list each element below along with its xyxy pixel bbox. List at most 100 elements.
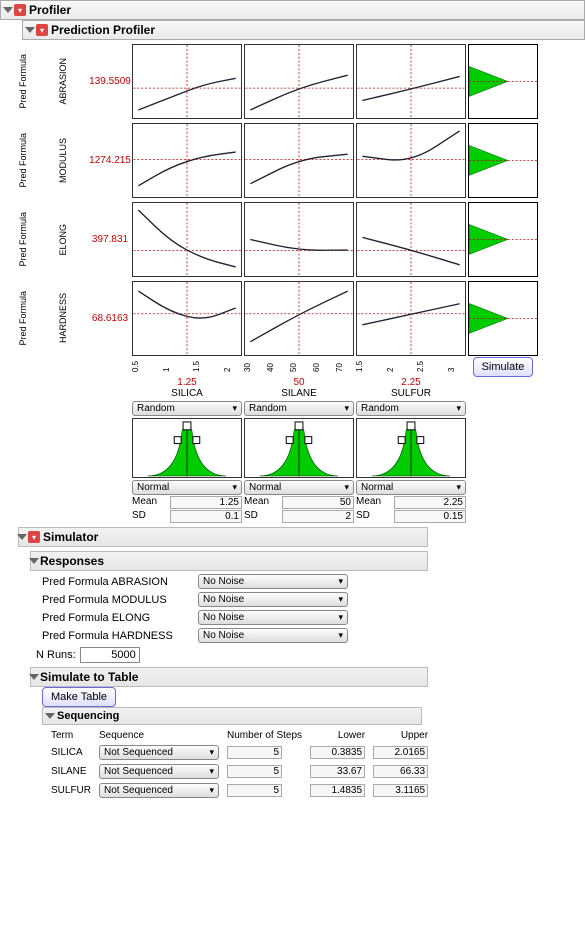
profiler-cell[interactable] (244, 202, 354, 277)
response-label-2: ELONG (58, 224, 68, 256)
mean-sd-block: Mean SD (132, 496, 242, 523)
toggle-icon[interactable] (25, 27, 35, 33)
col-upper: Upper (370, 729, 431, 742)
sd-label: SD (244, 510, 279, 523)
menu-icon[interactable] (36, 24, 48, 36)
profiler-cell[interactable] (356, 281, 466, 356)
profiler-cell[interactable] (132, 202, 242, 277)
mean-input[interactable] (394, 496, 466, 509)
seq-upper-input[interactable] (373, 784, 428, 797)
sequencing-row: SULFUR Not Sequenced (48, 782, 431, 799)
noise-combo[interactable]: No Noise (198, 574, 348, 589)
distribution-combo[interactable]: Normal (356, 480, 466, 495)
seq-lower-input[interactable] (310, 746, 365, 759)
simulate-to-table-header[interactable]: Simulate to Table (30, 667, 428, 687)
random-combo[interactable]: Random (244, 401, 354, 416)
prediction-profiler-title: Prediction Profiler (51, 23, 155, 37)
factor-distribution-cell[interactable] (356, 418, 466, 478)
noise-combo[interactable]: No Noise (198, 610, 348, 625)
random-combo[interactable]: Random (132, 401, 242, 416)
noise-combo[interactable]: No Noise (198, 628, 348, 643)
distribution-combo[interactable]: Normal (132, 480, 242, 495)
simulate-to-table-title: Simulate to Table (40, 670, 138, 684)
mean-sd-block: Mean SD (356, 496, 466, 523)
response-noise-label: Pred Formula HARDNESS (42, 630, 192, 642)
seq-lower-input[interactable] (310, 784, 365, 797)
menu-icon[interactable] (28, 531, 40, 543)
toggle-icon[interactable] (17, 534, 27, 540)
factor-distribution-cell[interactable] (132, 418, 242, 478)
nruns-label: N Runs: (36, 649, 76, 661)
seq-steps-input[interactable] (227, 765, 282, 778)
profiler-cell[interactable] (132, 44, 242, 119)
seq-upper-input[interactable] (373, 765, 428, 778)
profiler-cell[interactable] (244, 123, 354, 198)
response-label-1: Pred Formula (18, 212, 36, 267)
seq-combo[interactable]: Not Sequenced (99, 745, 219, 760)
sd-input[interactable] (282, 510, 354, 523)
toggle-icon[interactable] (3, 7, 13, 13)
make-table-button[interactable]: Make Table (42, 687, 116, 707)
menu-icon[interactable] (14, 4, 26, 16)
nruns-input[interactable] (80, 647, 140, 663)
mean-sd-block: Mean SD (244, 496, 354, 523)
sequencing-table: Term Sequence Number of Steps Lower Uppe… (46, 727, 433, 801)
sequencing-row: SILANE Not Sequenced (48, 763, 431, 780)
mean-label: Mean (244, 496, 279, 509)
prediction-profiler-header[interactable]: Prediction Profiler (22, 20, 585, 40)
simulate-button[interactable]: Simulate (473, 357, 534, 377)
profiler-cell[interactable] (132, 281, 242, 356)
seq-upper-input[interactable] (373, 746, 428, 759)
mean-input[interactable] (170, 496, 242, 509)
factor-name: SILICA (132, 388, 242, 399)
sequencing-header[interactable]: Sequencing (42, 707, 422, 725)
response-label-1: Pred Formula (18, 54, 36, 109)
response-noise-row: Pred Formula MODULUS No Noise (42, 592, 585, 607)
simulator-header[interactable]: Simulator (18, 527, 428, 547)
seq-steps-input[interactable] (227, 784, 282, 797)
noise-combo[interactable]: No Noise (198, 592, 348, 607)
sequencing-row: SILICA Not Sequenced (48, 744, 431, 761)
sd-input[interactable] (170, 510, 242, 523)
response-noise-label: Pred Formula MODULUS (42, 594, 192, 606)
responses-header[interactable]: Responses (30, 551, 428, 571)
profiler-cell[interactable] (244, 44, 354, 119)
profiler-cell[interactable] (356, 202, 466, 277)
sd-input[interactable] (394, 510, 466, 523)
distribution-combo[interactable]: Normal (244, 480, 354, 495)
response-label-2: MODULUS (58, 138, 68, 183)
col-seq: Sequence (96, 729, 222, 742)
response-value: 68.6163 (92, 313, 128, 324)
profiler-cell[interactable] (244, 281, 354, 356)
profiler-cell[interactable] (356, 123, 466, 198)
seq-steps-input[interactable] (227, 746, 282, 759)
toggle-icon[interactable] (45, 713, 55, 719)
sim-distribution-cell (468, 202, 538, 277)
response-noise-label: Pred Formula ABRASION (42, 576, 192, 588)
toggle-icon[interactable] (29, 558, 39, 564)
mean-input[interactable] (282, 496, 354, 509)
seq-combo[interactable]: Not Sequenced (99, 764, 219, 779)
response-label-1: Pred Formula (18, 291, 36, 346)
random-combo[interactable]: Random (356, 401, 466, 416)
simulator-title: Simulator (43, 530, 98, 544)
seq-lower-input[interactable] (310, 765, 365, 778)
profiler-cell[interactable] (132, 123, 242, 198)
profiler-header[interactable]: Profiler (0, 0, 585, 20)
col-steps: Number of Steps (224, 729, 305, 742)
seq-combo[interactable]: Not Sequenced (99, 783, 219, 798)
nruns-row: N Runs: (36, 647, 585, 663)
x-ticks: 0.511.52 (132, 357, 242, 377)
response-noise-label: Pred Formula ELONG (42, 612, 192, 624)
profiler-cell[interactable] (356, 44, 466, 119)
factor-name: SILANE (244, 388, 354, 399)
toggle-icon[interactable] (29, 674, 39, 680)
factor-name: SULFUR (356, 388, 466, 399)
sd-label: SD (132, 510, 167, 523)
seq-term: SILICA (48, 744, 94, 761)
sim-distribution-cell (468, 123, 538, 198)
mean-label: Mean (132, 496, 167, 509)
response-noise-row: Pred Formula ABRASION No Noise (42, 574, 585, 589)
factor-distribution-cell[interactable] (244, 418, 354, 478)
profiler-title: Profiler (29, 3, 71, 17)
